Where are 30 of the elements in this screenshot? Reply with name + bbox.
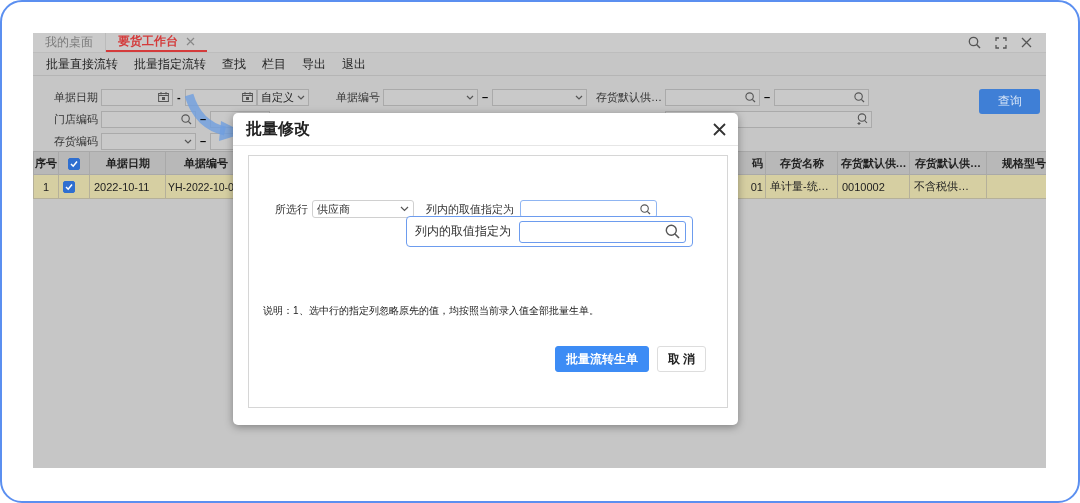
dialog-title: 批量修改	[246, 118, 310, 139]
range-separator: –	[763, 91, 772, 103]
column-header: 单据日期	[105, 156, 150, 169]
column-header: 序号	[35, 156, 57, 169]
table-cell: 1	[42, 180, 50, 193]
table-cell: 单计量-统…	[770, 180, 829, 192]
field-label: 所选行	[275, 201, 308, 217]
table-cell: YH-2022-10-0	[168, 180, 234, 193]
field-label: 列内的取值指定为	[415, 223, 511, 240]
range-separator: –	[199, 135, 208, 147]
note-text: 说明：1、选中行的指定列忽略原先的值，均按照当前录入值全部批量生单。	[263, 304, 599, 318]
field-label: 列内的取值指定为	[426, 201, 514, 217]
column-header: 单据编号	[184, 156, 228, 169]
field-label: 单据日期	[54, 89, 98, 105]
column-header: 规格型号	[1001, 156, 1046, 169]
field-label: 存货默认供…	[596, 89, 662, 105]
table-cell: 0010002	[842, 180, 885, 193]
range-separator: -	[176, 91, 182, 103]
column-header: 码	[752, 156, 763, 169]
field-label: 门店编码	[54, 111, 98, 127]
table-cell: 不含税供…	[914, 180, 969, 192]
table-cell: 2022-10-11	[94, 180, 150, 193]
column-header: 存货名称	[779, 156, 824, 169]
column-header: 存货默认供…	[840, 156, 907, 169]
range-separator: –	[481, 91, 490, 103]
column-header: 存货默认供…	[915, 156, 981, 169]
range-separator: –	[199, 113, 208, 125]
field-label: 单据编号	[336, 89, 380, 105]
table-cell: 01	[750, 180, 763, 193]
field-label: 存货编码	[54, 133, 98, 149]
